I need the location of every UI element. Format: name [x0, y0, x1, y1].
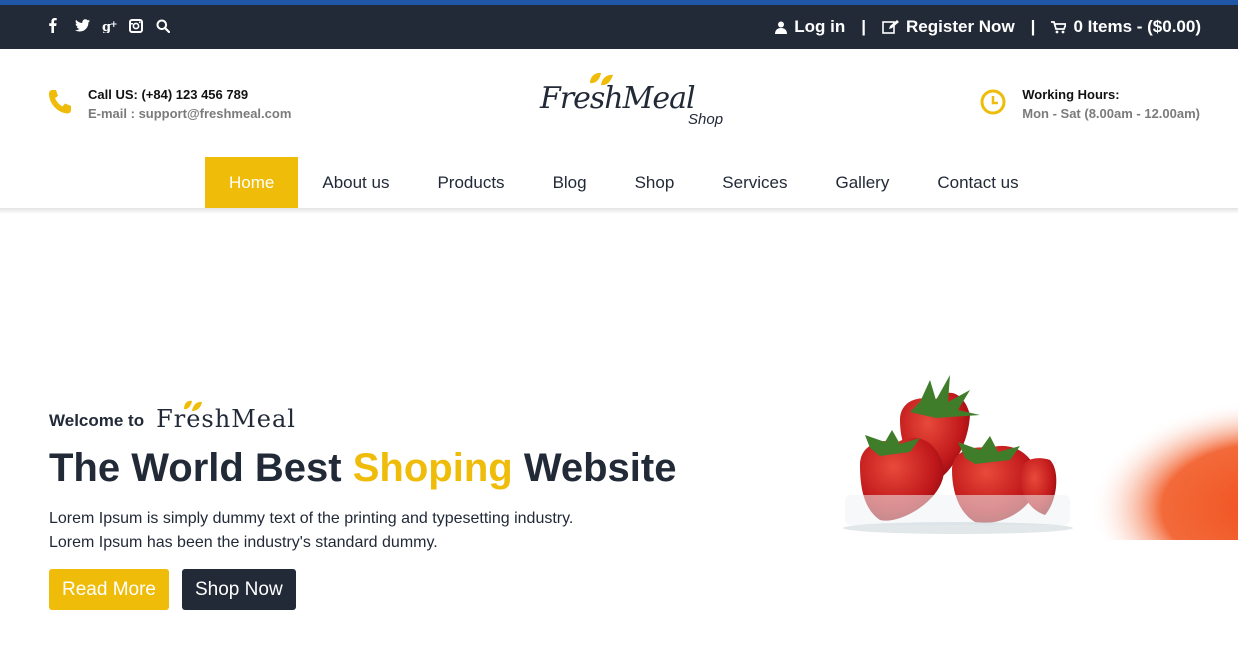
- working-hours: Working Hours: Mon - Sat (8.00am - 12.00…: [980, 87, 1200, 121]
- google-plus-icon[interactable]: g +: [102, 19, 118, 33]
- hero-title-highlight: Shoping: [352, 446, 513, 490]
- nav-item-products[interactable]: Products: [413, 157, 528, 208]
- separator: |: [1030, 17, 1036, 36]
- phone-icon: [49, 90, 71, 114]
- site-logo[interactable]: FreshMeal Shop: [540, 71, 740, 133]
- read-more-button[interactable]: Read More: [49, 569, 169, 610]
- register-label: Register Now: [906, 17, 1015, 36]
- login-label: Log in: [794, 17, 846, 36]
- hero-title-pre: The World Best: [49, 446, 353, 490]
- hero-desc-line-2: Lorem Ipsum has been the industry's stan…: [49, 534, 438, 551]
- leaf-icon: [184, 400, 203, 411]
- hero-description: Lorem Ipsum is simply dummy text of the …: [49, 507, 573, 555]
- contact-info: Call US: (+84) 123 456 789 E-mail : supp…: [48, 87, 291, 121]
- nav-shadow: [0, 208, 1238, 214]
- hours-value: Mon - Sat (8.00am - 12.00am): [1022, 106, 1200, 121]
- main-nav: Home About us Products Blog Shop Service…: [205, 157, 1043, 208]
- nav-item-services[interactable]: Services: [698, 157, 811, 208]
- edit-icon: [882, 20, 900, 34]
- hero-welcome: Welcome to FreshMeal: [49, 400, 296, 433]
- hero-brand-text: FreshMeal: [156, 405, 296, 433]
- hero-title-post: Website: [512, 446, 677, 490]
- welcome-text: Welcome to: [49, 411, 145, 430]
- cart-label: 0 Items - ($0.00): [1073, 17, 1201, 36]
- hero-desc-line-1: Lorem Ipsum is simply dummy text of the …: [49, 510, 574, 527]
- hours-title: Working Hours:: [1022, 87, 1120, 102]
- cart-icon: [1051, 20, 1067, 33]
- cart-link[interactable]: 0 Items - ($0.00): [1051, 17, 1201, 37]
- top-bar: g + Log in | Register Now | 0 Items - ($0…: [0, 5, 1238, 49]
- logo-text: FreshMeal: [540, 81, 696, 116]
- nav-item-contact-us[interactable]: Contact us: [913, 157, 1042, 208]
- logo-subtext: Shop: [688, 111, 724, 128]
- user-icon: [775, 21, 788, 34]
- nav-item-blog[interactable]: Blog: [529, 157, 611, 208]
- account-links: Log in | Register Now | 0 Items - ($0.00…: [775, 17, 1201, 37]
- svg-text:+: +: [110, 20, 118, 30]
- nav-item-shop[interactable]: Shop: [611, 157, 699, 208]
- register-link[interactable]: Register Now: [882, 17, 1015, 37]
- facebook-icon[interactable]: [48, 18, 63, 33]
- site-header: Call US: (+84) 123 456 789 E-mail : supp…: [0, 49, 1238, 157]
- nav-item-about-us[interactable]: About us: [298, 157, 413, 208]
- strawberry-bowl-image: [843, 375, 1238, 540]
- search-icon[interactable]: [156, 19, 171, 33]
- phone-number: Call US: (+84) 123 456 789: [88, 87, 249, 102]
- login-link[interactable]: Log in: [775, 17, 845, 37]
- instagram-icon[interactable]: [129, 18, 144, 33]
- email-address: E-mail : support@freshmeal.com: [88, 106, 292, 121]
- shop-now-button[interactable]: Shop Now: [182, 569, 296, 610]
- separator: |: [861, 17, 867, 36]
- twitter-icon[interactable]: [75, 19, 90, 32]
- clock-icon: [980, 89, 1006, 115]
- hero-brand: FreshMeal: [156, 400, 296, 433]
- hero-title: The World Best Shoping Website: [49, 446, 676, 491]
- social-links: g +: [48, 18, 171, 33]
- nav-item-home[interactable]: Home: [205, 157, 299, 208]
- nav-item-gallery[interactable]: Gallery: [811, 157, 913, 208]
